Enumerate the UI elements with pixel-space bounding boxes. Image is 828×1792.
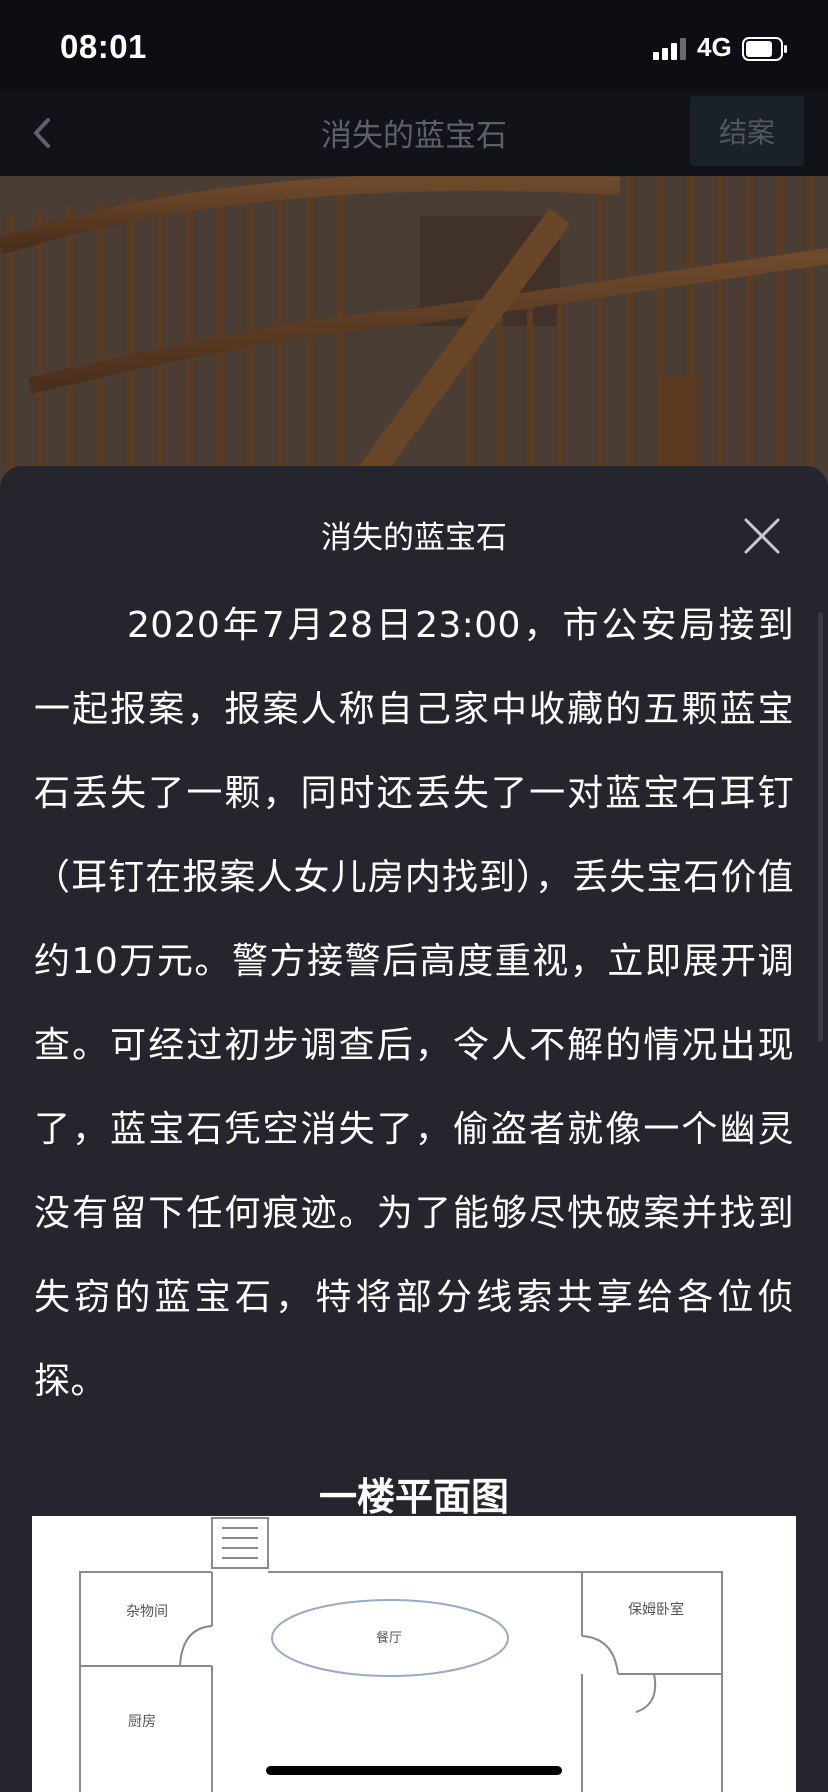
floorplan-heading: 一楼平面图	[318, 1475, 509, 1519]
status-bar: 08:01 4G	[0, 0, 828, 92]
floorplan-image: 杂物间 餐厅 保姆卧室 厨房	[32, 1516, 796, 1792]
battery-icon	[742, 37, 787, 61]
room-storage-label: 杂物间	[126, 1604, 168, 1620]
status-time: 08:01	[60, 28, 147, 65]
close-icon[interactable]	[742, 516, 782, 556]
room-other-label: 厨房	[128, 1714, 156, 1730]
case-content[interactable]: 2020年7月28日23:00，市公安局接到一起报案，报案人称自己家中收藏的五颗…	[0, 596, 828, 1792]
case-story-text: 2020年7月28日23:00，市公安局接到一起报案，报案人称自己家中收藏的五颗…	[34, 605, 794, 1402]
room-nanny-label: 保姆卧室	[628, 1601, 684, 1618]
cellular-signal-icon	[653, 38, 686, 60]
nav-bar: 消失的蓝宝石 结案	[0, 92, 828, 176]
sheet-title: 消失的蓝宝石	[321, 520, 507, 556]
room-dining-label: 餐厅	[376, 1630, 402, 1646]
network-type: 4G	[697, 32, 732, 62]
case-cover-image	[0, 176, 828, 486]
case-detail-sheet: 消失的蓝宝石 2020年7月28日23:00，市公安局接到一起报案，报案人称自己…	[0, 466, 828, 1792]
close-case-button[interactable]: 结案	[690, 96, 804, 166]
home-indicator[interactable]	[266, 1766, 562, 1775]
